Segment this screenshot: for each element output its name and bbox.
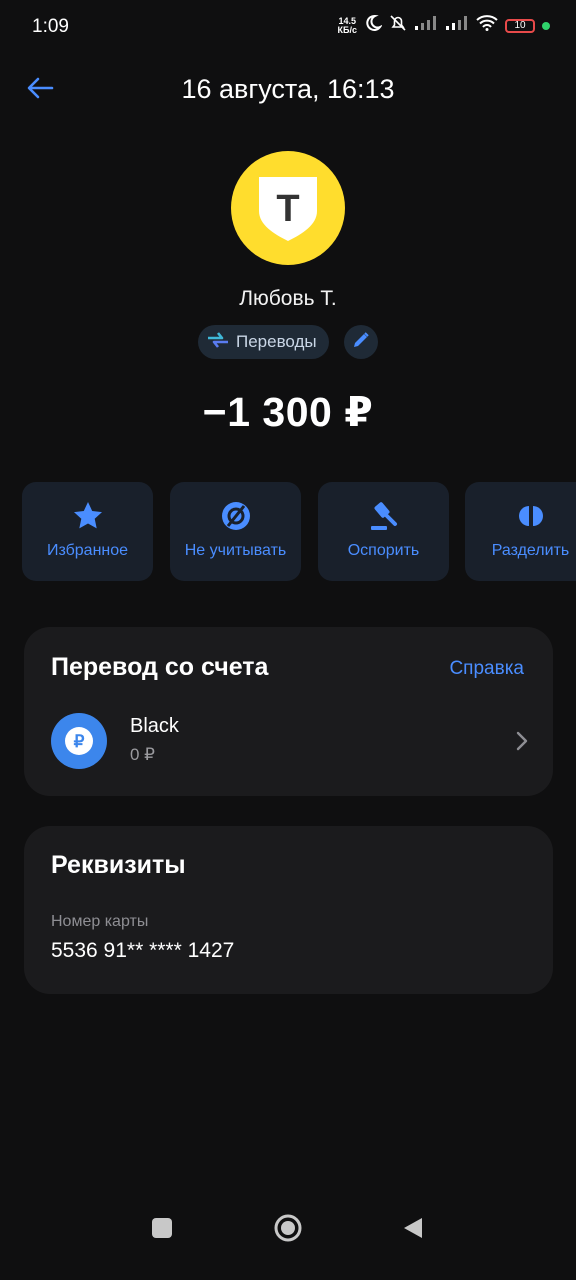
action-buttons: Избранное Не учитывать Оспорить Разделит… — [22, 482, 576, 582]
wifi-icon — [476, 15, 498, 36]
exclude-icon — [220, 500, 252, 532]
pencil-icon — [352, 331, 370, 354]
merchant-logo: Т — [231, 151, 345, 265]
favorite-button[interactable]: Избранное — [22, 482, 153, 581]
home-button[interactable] — [274, 1214, 302, 1242]
category-chip[interactable]: Переводы — [198, 325, 329, 359]
status-time: 1:09 — [32, 16, 69, 37]
recents-button[interactable] — [152, 1218, 172, 1238]
help-link[interactable]: Справка — [449, 658, 524, 680]
status-bar: 1:09 14.5 КБ/с 10 — [0, 0, 576, 54]
triangle-back-icon — [404, 1218, 422, 1238]
transfer-arrows-icon — [206, 330, 230, 355]
battery-indicator: 10 — [505, 18, 535, 33]
account-name: Black — [130, 715, 179, 737]
chevron-right-icon — [516, 731, 528, 756]
ruble-icon: ₽ — [65, 727, 93, 755]
split-icon — [513, 500, 549, 532]
transaction-amount: −1 300 ₽ — [202, 389, 374, 435]
exclude-button[interactable]: Не учитывать — [170, 482, 301, 581]
bell-off-icon — [389, 14, 407, 37]
dispute-label: Оспорить — [347, 542, 420, 559]
header: 16 августа, 16:13 — [0, 66, 576, 112]
edit-category-button[interactable] — [344, 325, 378, 359]
favorite-label: Избранное — [46, 542, 129, 559]
split-button[interactable]: Разделить — [465, 482, 576, 581]
svg-text:₽: ₽ — [74, 732, 85, 751]
card-number-value: 5536 91** **** 1427 — [51, 939, 235, 962]
transfer-source-card: Перевод со счета Справка ₽ Black 0 ₽ — [24, 627, 553, 796]
signal-icon-2 — [445, 15, 469, 36]
account-avatar: ₽ — [51, 713, 107, 769]
exclude-label: Не учитывать — [184, 542, 287, 559]
card-number-label: Номер карты — [51, 913, 149, 930]
transfer-card-title: Перевод со счета — [51, 653, 269, 681]
page-title: 16 августа, 16:13 — [181, 74, 395, 104]
signal-icon — [414, 15, 438, 36]
split-label: Разделить — [491, 542, 570, 559]
home-circle-icon — [274, 1214, 302, 1242]
privacy-indicator — [542, 21, 550, 30]
gavel-icon — [368, 500, 400, 532]
system-nav-bar — [0, 1210, 576, 1280]
star-icon — [72, 500, 104, 532]
category-row: Переводы — [0, 325, 576, 361]
recipient-name: Любовь Т. — [239, 287, 337, 310]
details-card: Реквизиты Номер карты 5536 91** **** 142… — [24, 826, 553, 994]
bank-shield-icon: Т — [259, 177, 317, 241]
moon-icon — [364, 14, 383, 37]
status-icons: 14.5 КБ/с 10 — [338, 14, 550, 37]
dispute-button[interactable]: Оспорить — [318, 482, 449, 581]
details-card-title: Реквизиты — [51, 851, 186, 879]
network-speed: 14.5 КБ/с — [337, 15, 357, 35]
account-balance: 0 ₽ — [130, 745, 155, 764]
system-back-button[interactable] — [402, 1216, 424, 1245]
category-label: Переводы — [236, 332, 317, 351]
svg-text:Т: Т — [276, 188, 299, 230]
